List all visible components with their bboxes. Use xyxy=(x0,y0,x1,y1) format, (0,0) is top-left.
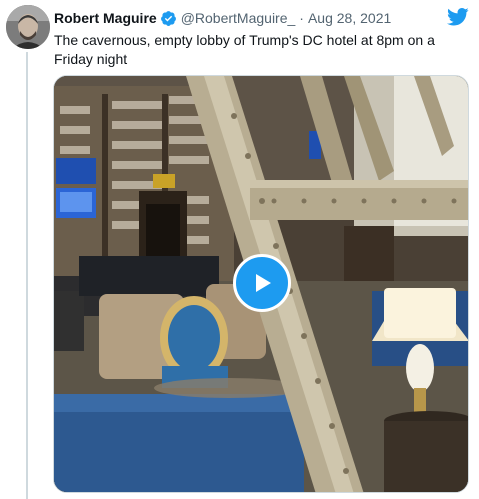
play-icon xyxy=(250,271,274,295)
play-button[interactable] xyxy=(233,254,291,312)
author-name[interactable]: Robert Maguire xyxy=(54,10,157,26)
tweet-date[interactable]: Aug 28, 2021 xyxy=(308,10,391,26)
avatar[interactable] xyxy=(6,5,50,49)
verified-badge-icon xyxy=(160,10,177,27)
twitter-bird-icon[interactable] xyxy=(447,7,469,27)
header-separator: · xyxy=(299,10,304,26)
thread-line xyxy=(26,52,28,499)
author-handle[interactable]: @RobertMaguire_ xyxy=(181,10,296,26)
video-player[interactable] xyxy=(53,75,469,493)
tweet-header: Robert Maguire @RobertMaguire_ · Aug 28,… xyxy=(54,8,391,28)
tweet-text: The cavernous, empty lobby of Trump's DC… xyxy=(54,32,435,67)
